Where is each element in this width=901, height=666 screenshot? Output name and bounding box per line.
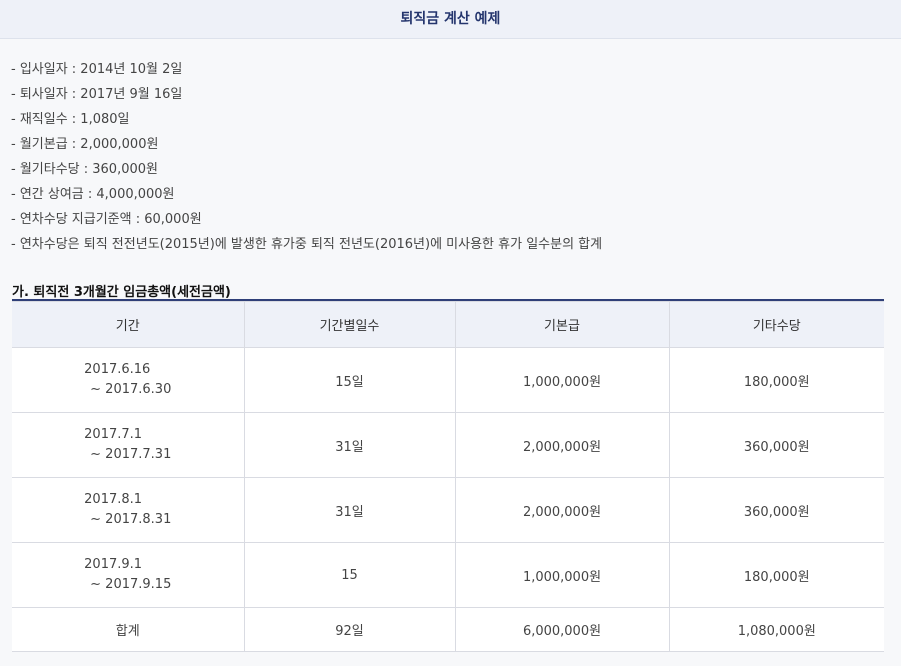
period-from: 2017.9.1 (84, 557, 143, 572)
section-title: 가. 퇴직전 3개월간 임금총액(세전금액) (12, 285, 231, 300)
column-header-base-pay: 기본급 (454, 301, 670, 348)
period-cell: 2017.8.1 ~ 2017.8.31 (12, 477, 245, 543)
base-pay-cell: 2,000,000원 (454, 477, 670, 543)
table-row: 2017.7.1 ~ 2017.7.31 31일 2,000,000원 360,… (12, 412, 884, 478)
table-row: 2017.8.1 ~ 2017.8.31 31일 2,000,000원 360,… (12, 477, 884, 543)
info-annual-leave-note: - 연차수당은 퇴직 전전년도(2015년)에 발생한 휴가중 퇴직 전년도(2… (11, 237, 603, 252)
period-cell: 2017.9.1 ~ 2017.9.15 (12, 542, 245, 608)
base-pay-cell: 2,000,000원 (454, 412, 670, 478)
info-list: - 입사일자 : 2014년 10월 2일 - 퇴사일자 : 2017년 9월 … (11, 60, 602, 260)
total-label-cell: 합계 (12, 607, 245, 652)
base-pay-cell: 1,000,000원 (454, 542, 670, 608)
table-row: 2017.6.16 ~ 2017.6.30 15일 1,000,000원 180… (12, 347, 884, 413)
column-header-allowance: 기타수당 (668, 301, 884, 348)
period-cell: 2017.6.16 ~ 2017.6.30 (12, 347, 245, 413)
period-to: ~ 2017.9.15 (90, 577, 172, 592)
page-title-bar: 퇴직금 계산 예제 (0, 0, 901, 39)
allowance-cell: 360,000원 (668, 412, 884, 478)
allowance-cell: 360,000원 (668, 477, 884, 543)
period-from: 2017.6.16 (84, 362, 151, 377)
info-annual-bonus: - 연간 상여금 : 4,000,000원 (11, 187, 175, 202)
period-from: 2017.7.1 (84, 427, 143, 442)
period-to: ~ 2017.8.31 (90, 512, 172, 527)
days-cell: 31일 (243, 477, 456, 543)
info-retire-date: - 퇴사일자 : 2017년 9월 16일 (11, 87, 183, 102)
period-from: 2017.8.1 (84, 492, 143, 507)
info-monthly-base-pay: - 월기본급 : 2,000,000원 (11, 137, 159, 152)
base-pay-cell: 1,000,000원 (454, 347, 670, 413)
info-service-days: - 재직일수 : 1,080일 (11, 112, 130, 127)
total-days-cell: 92일 (243, 607, 456, 652)
allowance-cell: 180,000원 (668, 542, 884, 608)
table-total-row: 합계 92일 6,000,000원 1,080,000원 (12, 607, 884, 652)
days-cell: 15일 (243, 347, 456, 413)
wage-table: 기간 기간별일수 기본급 기타수당 2017.6.16 ~ 2017.6.30 … (12, 301, 884, 652)
days-cell: 31일 (243, 412, 456, 478)
wage-table-wrapper: 기간 기간별일수 기본급 기타수당 2017.6.16 ~ 2017.6.30 … (12, 299, 884, 652)
period-to: ~ 2017.7.31 (90, 447, 172, 462)
page-title: 퇴직금 계산 예제 (400, 11, 501, 27)
table-header-row: 기간 기간별일수 기본급 기타수당 (12, 301, 884, 348)
info-annual-leave-base: - 연차수당 지급기준액 : 60,000원 (11, 212, 202, 227)
column-header-period: 기간 (12, 301, 245, 348)
period-to: ~ 2017.6.30 (90, 382, 172, 397)
allowance-cell: 180,000원 (668, 347, 884, 413)
days-cell: 15 (243, 542, 456, 608)
info-monthly-allowance: - 월기타수당 : 360,000원 (11, 162, 158, 177)
info-hire-date: - 입사일자 : 2014년 10월 2일 (11, 62, 183, 77)
period-cell: 2017.7.1 ~ 2017.7.31 (12, 412, 245, 478)
total-allowance-cell: 1,080,000원 (668, 607, 884, 652)
table-row: 2017.9.1 ~ 2017.9.15 15 1,000,000원 180,0… (12, 542, 884, 608)
total-base-pay-cell: 6,000,000원 (454, 607, 670, 652)
column-header-days: 기간별일수 (243, 301, 456, 348)
